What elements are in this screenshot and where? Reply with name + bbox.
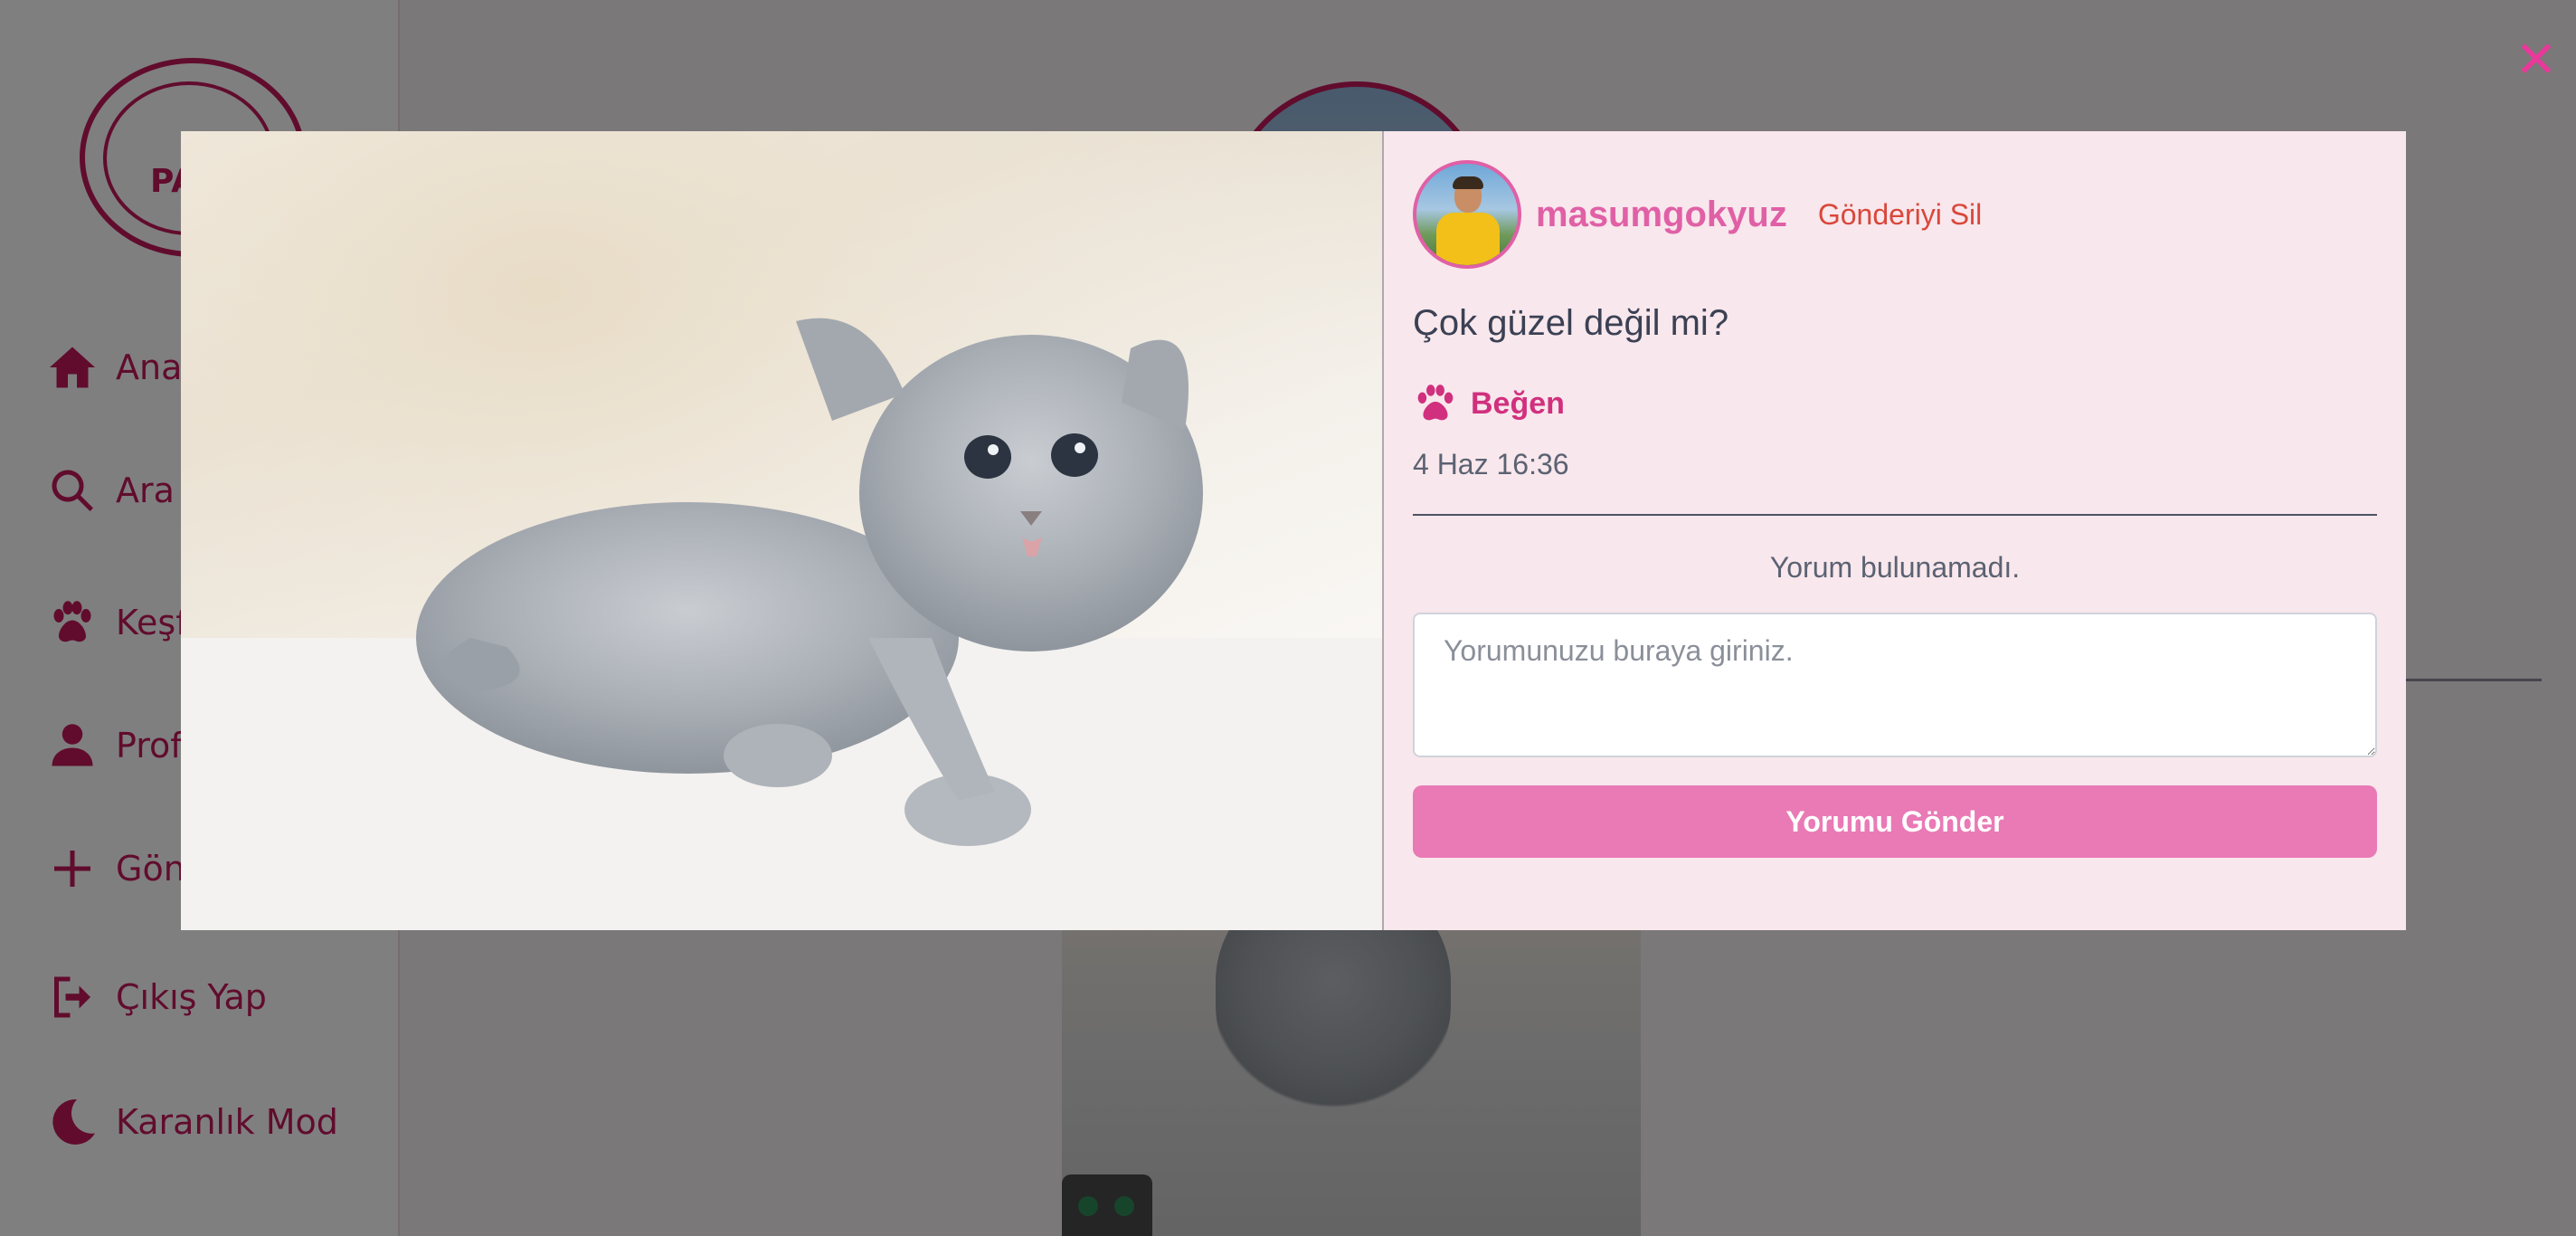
send-comment-button[interactable]: Yorumu Gönder [1413, 785, 2377, 858]
comments-divider [1413, 514, 2377, 516]
comment-input[interactable] [1413, 613, 2377, 757]
avatar-hair [1453, 176, 1483, 189]
like-button[interactable]: Beğen [1413, 383, 1565, 424]
author-username-link[interactable]: masumgokyuz [1536, 195, 1787, 235]
post-modal: masumgokyuz Gönderiyi Sil Çok güzel deği… [181, 131, 2406, 930]
close-modal-button[interactable]: ✕ [2513, 34, 2560, 85]
no-comments-message: Yorum bulunamadı. [1769, 551, 2021, 584]
post-timestamp: 4 Haz 16:36 [1413, 448, 1569, 480]
post-details: masumgokyuz Gönderiyi Sil Çok güzel deği… [1384, 131, 2406, 930]
kitten-photo [181, 131, 1382, 930]
paw-icon [1417, 385, 1454, 421]
avatar-shirt [1436, 213, 1500, 265]
post-author-row: masumgokyuz Gönderiyi Sil [1413, 160, 1982, 269]
delete-post-button[interactable]: Gönderiyi Sil [1818, 198, 1982, 232]
post-caption: Çok güzel değil mi? [1413, 303, 1729, 343]
post-image [181, 131, 1384, 930]
like-label: Beğen [1471, 385, 1565, 421]
avatar[interactable] [1413, 160, 1521, 269]
